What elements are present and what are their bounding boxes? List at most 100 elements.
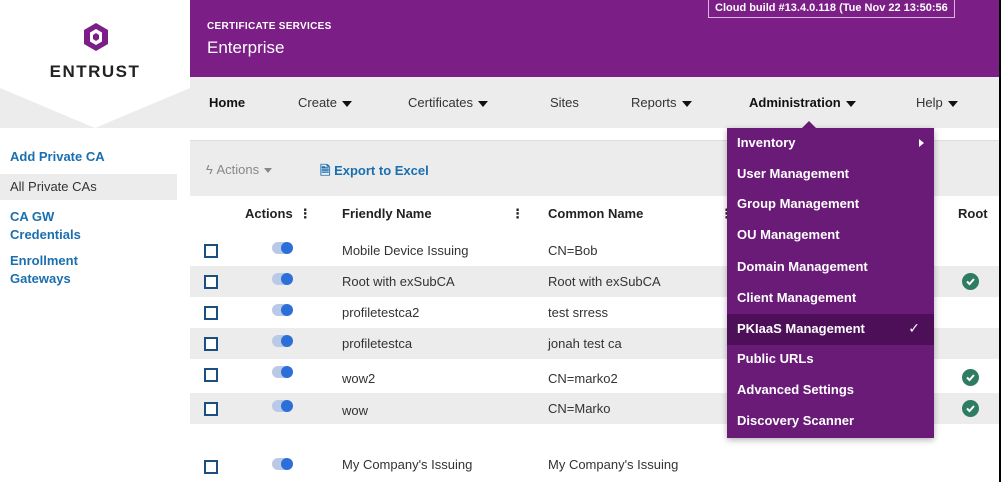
entrust-logo-icon [84,23,108,51]
row-checkbox[interactable] [204,275,218,289]
friendly-name-cell: Root with exSubCA [342,274,455,289]
row-checkbox[interactable] [204,337,218,351]
nav-administration[interactable]: Administration [749,95,856,110]
row-toggle[interactable] [272,400,293,412]
lightning-icon: ϟ [206,162,213,177]
export-excel-button[interactable]: 🗎 Export to Excel [320,162,429,184]
friendly-name-cell: wow [342,403,369,418]
actions-menu-button[interactable]: ϟ Actions [206,162,273,177]
row-toggle[interactable] [272,242,293,254]
app-header: CERTIFICATE SERVICES Enterprise Cloud bu… [190,0,1001,77]
chevron-down-icon [947,100,958,107]
toggle-knob [281,335,293,347]
sidebar-item-ca-gw-credentials[interactable]: CA GW Credentials [0,208,110,244]
export-excel-label: Export to Excel [334,163,429,178]
nav-home-label: Home [209,95,246,110]
menu-item-client-management[interactable]: Client Management [727,283,934,314]
nav-certificates[interactable]: Certificates [408,95,489,110]
menu-item-pkiaas-label: PKIaaS Management [737,321,865,336]
service-title: CERTIFICATE SERVICES [207,21,332,32]
common-name-cell: My Company's Issuing [548,457,679,472]
friendly-name-cell: profiletestca [342,336,413,351]
chevron-down-icon [342,100,353,107]
menu-item-user-management[interactable]: User Management [727,159,934,190]
chevron-down-icon [264,168,273,174]
menu-item-discovery-scanner[interactable]: Discovery Scanner [727,406,934,437]
sidebar-item-enrollment-gateways[interactable]: Enrollment Gateways [0,252,110,288]
root-check-icon [962,400,979,417]
nav-create-label: Create [298,95,338,110]
toggle-knob [281,273,293,285]
col-friendly-name[interactable]: Friendly Name [342,206,432,221]
nav-sites-label: Sites [550,95,579,110]
toggle-knob [281,366,293,378]
col-common-name[interactable]: Common Name [548,206,643,221]
menu-item-advanced-settings[interactable]: Advanced Settings [727,375,934,406]
nav-create[interactable]: Create [298,95,353,110]
checkmark-icon: ✓ [908,320,920,336]
common-name-cell: CN=marko2 [548,371,618,386]
common-name-cell: CN=Bob [548,243,598,258]
main-nav: Home Create Certificates Sites Reports A… [190,77,1001,128]
common-name-cell: test srress [548,305,608,320]
toggle-knob [281,304,293,316]
logo-text: ENTRUST [49,62,141,81]
build-info: Cloud build #13.4.0.118 (Tue Nov 22 13:5… [708,0,955,18]
sidebar: Add Private CA All Private CAs CA GW Cre… [0,140,177,288]
sidebar-item-all-private-cas[interactable]: All Private CAs [0,174,177,200]
col-common-name-label: Common Name [548,206,644,221]
menu-item-domain-management[interactable]: Domain Management [727,252,934,283]
friendly-name-cell: profiletestca2 [342,305,420,320]
nav-reports[interactable]: Reports [631,95,692,110]
row-toggle[interactable] [272,366,293,378]
row-checkbox[interactable] [204,460,218,474]
row-checkbox[interactable] [204,244,218,258]
common-name-cell: Root with exSubCA [548,274,661,289]
common-name-cell: CN=Marko [548,401,611,416]
row-checkbox[interactable] [204,368,218,382]
common-name-cell: jonah test ca [548,336,622,351]
nav-help[interactable]: Help [916,95,958,110]
row-toggle[interactable] [272,335,293,347]
logo-chevron [0,88,190,128]
submenu-arrow-icon [919,139,924,147]
toggle-knob [281,400,293,412]
menu-item-group-management[interactable]: Group Management [727,189,934,220]
row-checkbox[interactable] [204,306,218,320]
nav-help-label: Help [916,95,943,110]
nav-sites[interactable]: Sites [550,95,579,110]
row-toggle[interactable] [272,458,293,470]
file-icon: 🗎 [320,163,331,178]
administration-menu: Inventory User Management Group Manageme… [727,128,934,438]
col-root[interactable]: Root [958,206,988,221]
toggle-knob [281,242,293,254]
menu-item-public-urls[interactable]: Public URLs [727,344,934,375]
col-root-label: Root [958,206,988,221]
row-toggle[interactable] [272,273,293,285]
col-actions-label: Actions [245,206,293,221]
chevron-down-icon [845,100,856,107]
friendly-name-cell: Mobile Device Issuing [342,243,469,258]
logo-panel: ENTRUST [0,0,190,128]
sidebar-item-add-private-ca[interactable]: Add Private CA [0,148,177,166]
nav-home[interactable]: Home [209,95,245,110]
column-menu-icon[interactable]: ⋮ [299,206,312,221]
nav-certificates-label: Certificates [408,95,474,110]
menu-item-pkiaas-management[interactable]: PKIaaS Management ✓ [727,314,934,345]
toggle-knob [281,458,293,470]
table-row[interactable]: My Company's Issuing My Company's Issuin… [190,451,1001,482]
nav-reports-label: Reports [631,95,677,110]
menu-item-inventory-label: Inventory [737,135,796,150]
root-check-icon [962,369,979,386]
friendly-name-cell: wow2 [342,371,376,386]
menu-item-ou-management[interactable]: OU Management [727,220,934,251]
column-menu-icon[interactable]: ⋮ [511,206,524,222]
actions-menu-label: Actions [216,162,260,177]
row-checkbox[interactable] [204,402,218,416]
row-toggle[interactable] [272,304,293,316]
chevron-down-icon [681,100,692,107]
col-friendly-name-label: Friendly Name [342,206,432,221]
menu-item-inventory[interactable]: Inventory [727,128,934,159]
col-actions[interactable]: Actions ⋮ [245,206,312,222]
edition-title: Enterprise [207,38,285,57]
